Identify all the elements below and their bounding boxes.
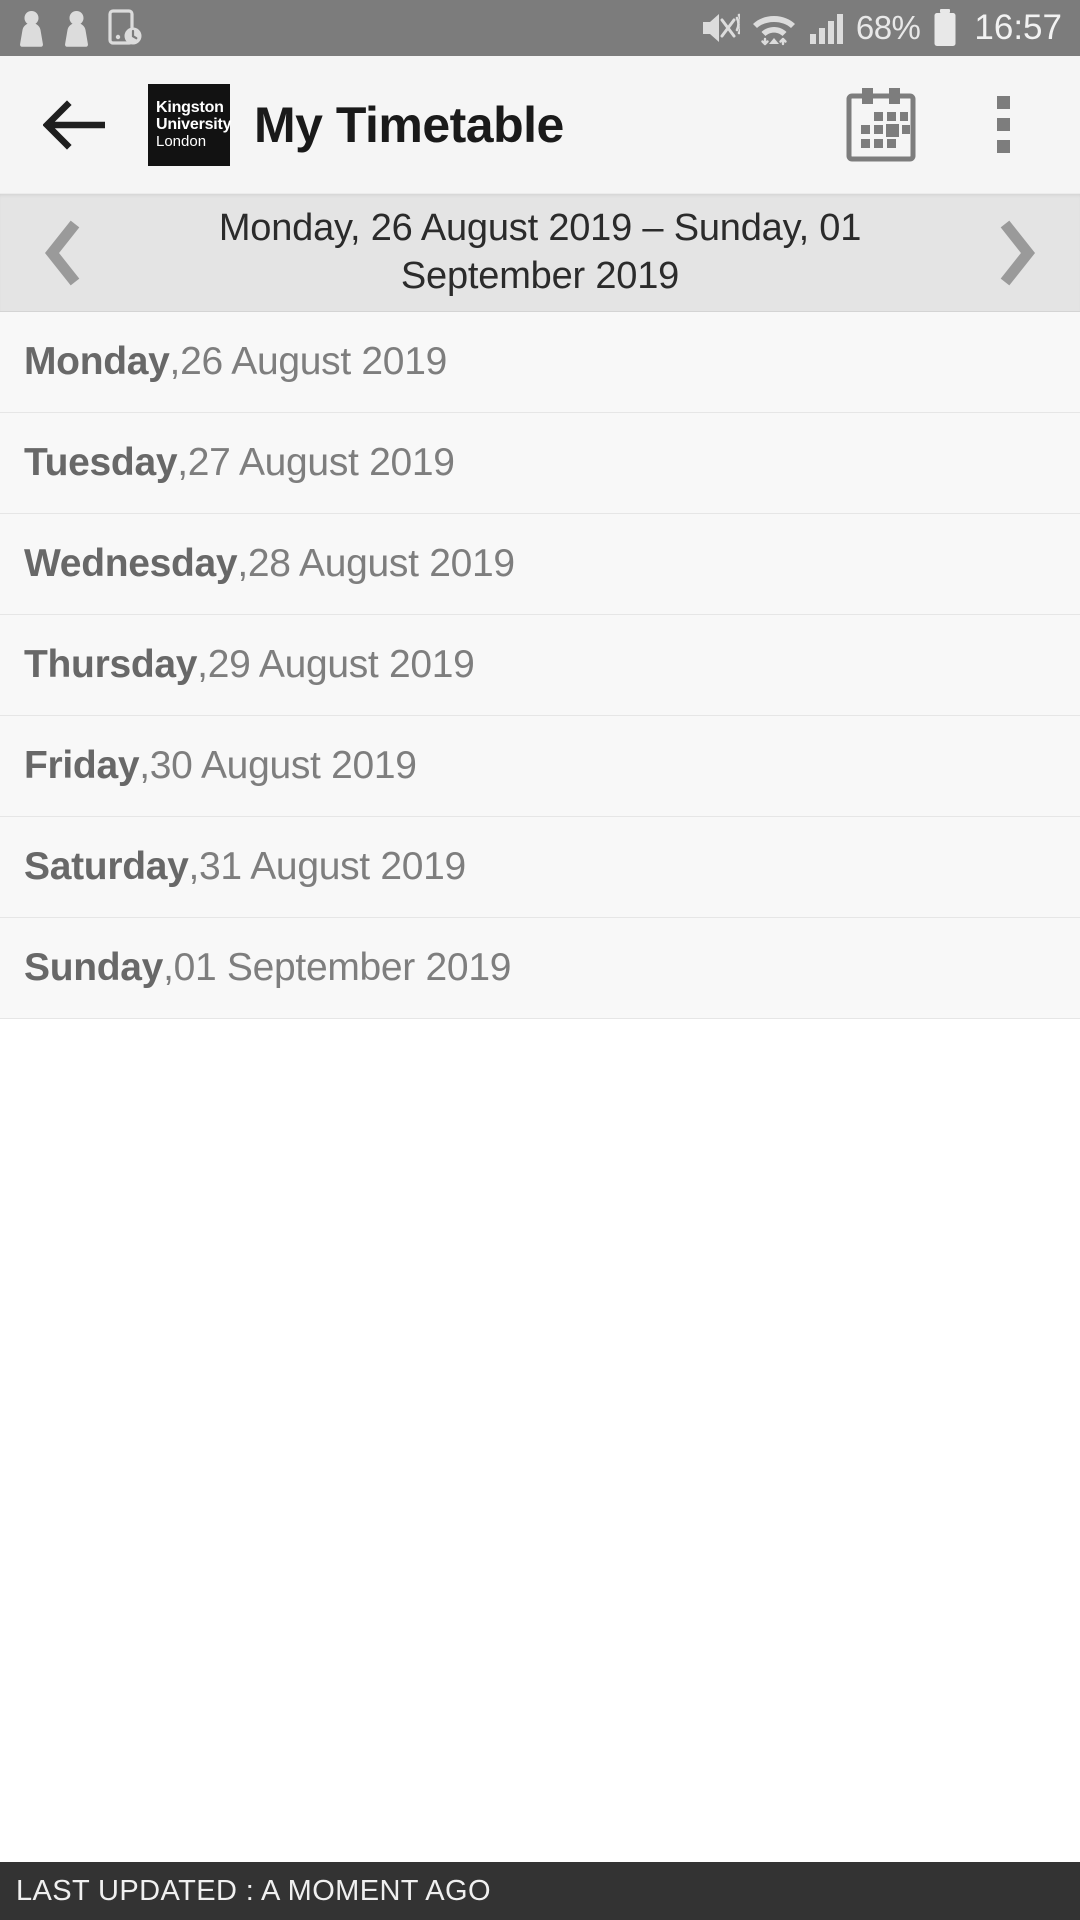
next-week-button[interactable] xyxy=(962,194,1070,312)
overflow-dot xyxy=(996,140,1010,153)
day-name-label: Monday xyxy=(24,340,170,383)
table-row[interactable]: Monday, 26 August 2019 xyxy=(0,312,1080,413)
logo-line-london: London xyxy=(156,132,207,150)
battery-icon xyxy=(934,9,956,46)
day-name-label: Saturday xyxy=(24,845,189,888)
overflow-menu-button[interactable] xyxy=(960,82,1046,168)
calendar-button[interactable] xyxy=(838,82,924,168)
back-button[interactable] xyxy=(28,79,120,171)
day-separator: , xyxy=(177,441,188,484)
day-name-label: Wednesday xyxy=(24,542,238,585)
chevron-left-icon xyxy=(44,220,80,285)
signal-icon xyxy=(809,14,843,44)
previous-week-button[interactable] xyxy=(10,194,118,312)
day-date-label: 30 August 2019 xyxy=(149,744,417,787)
day-date-label: 01 September 2019 xyxy=(173,946,512,989)
day-date-label: 31 August 2019 xyxy=(199,845,466,888)
day-name-label: Sunday xyxy=(24,946,164,989)
chevron-right-icon xyxy=(1000,220,1036,285)
day-list: Monday, 26 August 2019 Tuesday, 27 Augus… xyxy=(0,312,1080,1862)
logo-line-kingston: Kingston xyxy=(156,99,224,117)
day-date-label: 26 August 2019 xyxy=(180,340,447,383)
last-updated-bar: LAST UPDATED : A MOMENT AGO xyxy=(0,1862,1080,1920)
table-row[interactable]: Saturday, 31 August 2019 xyxy=(0,817,1080,918)
kingston-university-logo: Kingston University London xyxy=(148,83,232,166)
system-status-bar: 68% 16:57 xyxy=(0,0,1080,56)
logo-line-university: University xyxy=(156,116,232,134)
app-bar-actions xyxy=(838,82,1052,168)
calendar-icon xyxy=(846,87,916,161)
day-date-label: 27 August 2019 xyxy=(187,441,455,484)
day-separator: , xyxy=(237,542,248,585)
table-row[interactable]: Tuesday, 27 August 2019 xyxy=(0,413,1080,514)
day-date-label: 28 August 2019 xyxy=(247,542,515,585)
week-range-label: Monday, 26 August 2019 – Sunday, 01 Sept… xyxy=(218,207,862,297)
overflow-dot xyxy=(996,96,1010,109)
status-bar-right-icons: 68% 16:57 xyxy=(700,8,1062,48)
day-name-label: Tuesday xyxy=(24,441,178,484)
day-name-label: Thursday xyxy=(24,643,198,686)
table-row[interactable]: Sunday, 01 September 2019 xyxy=(0,918,1080,1019)
day-separator: , xyxy=(188,845,200,888)
back-arrow-icon xyxy=(43,99,105,150)
day-separator: , xyxy=(197,643,208,686)
day-separator: , xyxy=(169,340,181,383)
overflow-dot xyxy=(996,118,1010,131)
app-bar: Kingston University London My Timetable xyxy=(0,56,1080,194)
contact-icon xyxy=(65,11,88,47)
day-separator: , xyxy=(163,946,174,989)
table-row[interactable]: Wednesday, 28 August 2019 xyxy=(0,514,1080,615)
table-row[interactable]: Thursday, 29 August 2019 xyxy=(0,615,1080,716)
mute-vibrate-icon xyxy=(702,13,740,42)
status-bar-clock: 16:57 xyxy=(974,8,1062,47)
last-updated-label: LAST UPDATED : A MOMENT AGO xyxy=(16,1874,491,1907)
day-date-label: 29 August 2019 xyxy=(207,643,475,686)
device-clock-icon xyxy=(108,9,142,45)
week-navigation-bar: Monday, 26 August 2019 – Sunday, 01 Sept… xyxy=(0,194,1080,312)
battery-percent-label: 68% xyxy=(855,9,921,46)
table-row[interactable]: Friday, 30 August 2019 xyxy=(0,716,1080,817)
app-screen: 68% 16:57 Kingston University London My … xyxy=(0,0,1080,1920)
page-title: My Timetable xyxy=(254,96,564,153)
status-bar-left-icons xyxy=(18,9,142,47)
day-separator: , xyxy=(139,744,150,787)
contact-icon xyxy=(20,11,43,47)
wifi-icon xyxy=(752,16,795,46)
day-name-label: Friday xyxy=(24,744,140,787)
